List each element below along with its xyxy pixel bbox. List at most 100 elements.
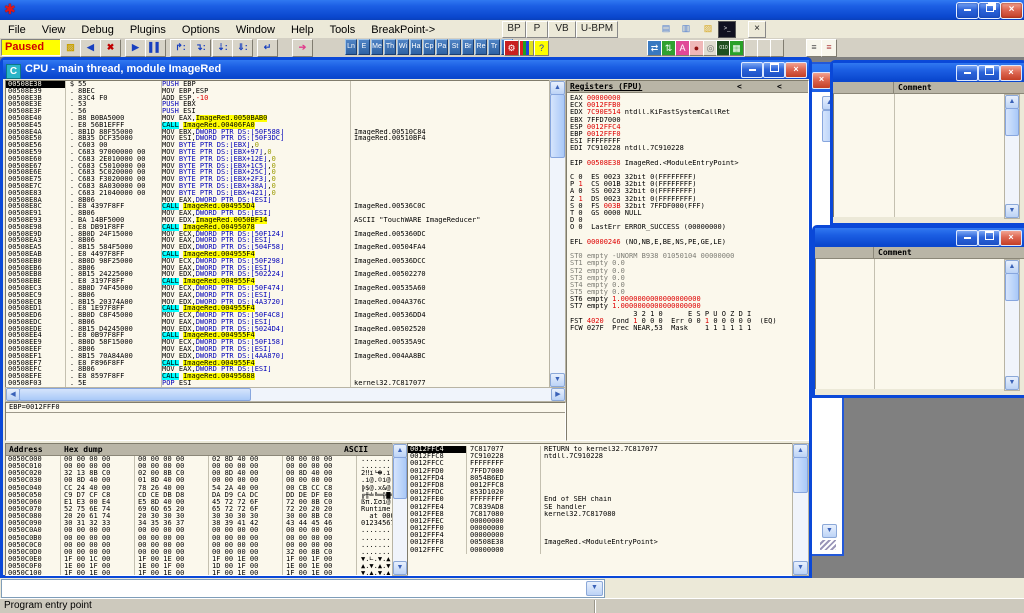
register-line[interactable]: O 0 LastErr ERROR_SUCCESS (00000000) xyxy=(567,224,808,231)
empty-button-2[interactable] xyxy=(757,39,771,57)
fpu-next-icon[interactable]: < xyxy=(777,81,782,92)
menu-button-u-bpm[interactable]: U-BPM xyxy=(576,21,618,38)
stack-row[interactable]: 0012FFD48054B6ED xyxy=(408,475,792,482)
comment1-content[interactable] xyxy=(833,94,1004,217)
register-line[interactable]: Z 1 DS 0023 32bit 0(FFFFFFFF) xyxy=(567,196,808,203)
disasm-row[interactable]: 00508E8C.E8 4397F8FFCALL ImageRed.004955… xyxy=(6,203,549,210)
disasm-row[interactable]: 00508E3B.83C4 F0ADD ESP,-10 xyxy=(6,95,549,102)
folder-icon[interactable]: ▨ xyxy=(700,21,716,36)
stack-row[interactable]: 0012FFC47C817077RETURN to kernel32.7C817… xyxy=(408,446,792,453)
disasm-row[interactable]: 00508EB8.8B15 24225000MOV EDX,DWORD PTR … xyxy=(6,271,549,278)
help-button[interactable]: ? xyxy=(534,40,549,56)
stack-row[interactable]: 0012FFFC00000000 xyxy=(408,547,792,554)
menu-item-options[interactable]: Options xyxy=(174,22,228,36)
comment2-scrollbar[interactable]: ▲ ▼ xyxy=(1004,259,1020,391)
register-line[interactable] xyxy=(567,232,808,239)
open-file-button[interactable]: ▨ xyxy=(60,39,81,57)
scroll-thumb[interactable] xyxy=(1005,108,1019,136)
menu-item-view[interactable]: View xyxy=(34,22,74,36)
register-line[interactable]: EAX 00000000 xyxy=(567,95,808,102)
stack-row[interactable]: 0012FFD07FFD7000 xyxy=(408,468,792,475)
scroll-up-icon[interactable]: ▲ xyxy=(1005,95,1019,109)
disasm-row[interactable]: 00508E59.C683 97000000 00MOV BYTE PTR DS… xyxy=(6,149,549,156)
background-window-close-button[interactable]: × xyxy=(812,72,831,89)
stack-row[interactable]: 0012FFEC00000000 xyxy=(408,518,792,525)
comment1-maximize-button[interactable] xyxy=(978,65,1000,81)
menu-item-debug[interactable]: Debug xyxy=(73,22,121,36)
scroll-up-icon[interactable]: ▲ xyxy=(793,444,808,458)
dump-row[interactable]: 0050C0D000 00 00 0000 00 00 0000 00 00 0… xyxy=(6,549,392,556)
comment2-col1-header[interactable] xyxy=(815,247,874,258)
comment2-col2-header[interactable]: Comment xyxy=(878,247,912,258)
disasm-row[interactable]: 00508EC9.8B06MOV EAX,DWORD PTR DS:[ESI] xyxy=(6,292,549,299)
view-button-ha[interactable]: Ha xyxy=(410,39,422,55)
disasm-row[interactable]: 00508E83.C683 21040000 00MOV BYTE PTR DS… xyxy=(6,190,549,197)
registers-pane[interactable]: Registers (FPU) < < EAX 00000000ECX 0012… xyxy=(566,80,809,441)
register-line[interactable]: ST7 empty 1.0000000000000000000 xyxy=(567,303,808,310)
stack-row[interactable]: 0012FFCCFFFFFFFF xyxy=(408,460,792,467)
bgwin-scroll-down[interactable]: ▼ xyxy=(822,524,837,538)
command-input[interactable]: ▼ xyxy=(1,579,605,598)
view-button-ln[interactable]: Ln xyxy=(345,39,357,55)
stack-row[interactable]: 0012FFF800508E38ImageRed.<ModuleEntryPoi… xyxy=(408,539,792,546)
cpu-close-button[interactable]: × xyxy=(785,62,807,78)
menu-item-help[interactable]: Help xyxy=(283,22,322,36)
execute-till-return-button[interactable]: ↵ xyxy=(257,39,278,57)
step-into-button[interactable]: ↱: xyxy=(170,39,191,57)
comment1-col1-header[interactable] xyxy=(833,82,894,93)
dump-ascii-header[interactable]: ASCII xyxy=(344,444,368,455)
register-line[interactable]: EFL 00000246 (NO,NB,E,BE,NS,PE,GE,LE) xyxy=(567,239,808,246)
disasm-row[interactable]: 00508E91.8B06MOV EAX,DWORD PTR DS:[ESI] xyxy=(6,210,549,217)
disasm-row[interactable]: 00508EDC.8B06MOV EAX,DWORD PTR DS:[ESI] xyxy=(6,319,549,326)
disasm-row[interactable]: 00508EA5.8B15 584F5000MOV EDX,DWORD PTR … xyxy=(6,244,549,251)
register-line[interactable]: A 0 SS 0023 32bit 0(FFFFFFFF) xyxy=(567,188,808,195)
stack-row[interactable]: 0012FFD80012FFC8 xyxy=(408,482,792,489)
comment2-column-header[interactable]: Comment xyxy=(815,247,1024,259)
scroll-down-icon[interactable]: ▼ xyxy=(1005,204,1019,218)
scroll-down-icon[interactable]: ▼ xyxy=(793,561,808,575)
register-line[interactable] xyxy=(567,153,808,160)
view-button-re[interactable]: Re xyxy=(475,39,487,55)
disasm-row[interactable]: 00508E75.C683 F3020000 00MOV BYTE PTR DS… xyxy=(6,176,549,183)
dump-row[interactable]: 0050C0B000 00 00 0000 00 00 0000 00 00 0… xyxy=(6,535,392,542)
dump-vscrollbar[interactable]: ▲ ▼ xyxy=(392,443,408,576)
register-line[interactable]: P 1 CS 001B 32bit 0(FFFFFFFF) xyxy=(567,181,808,188)
register-line[interactable]: T 0 GS 0000 NULL xyxy=(567,210,808,217)
appearance-button[interactable] xyxy=(519,40,534,56)
fpu-prev-icon[interactable]: < xyxy=(737,81,742,92)
scroll-down-icon[interactable]: ▼ xyxy=(550,373,565,387)
register-line[interactable] xyxy=(567,167,808,174)
register-line[interactable]: 3 2 1 0 E S P U O Z D I xyxy=(567,311,808,318)
scroll-thumb[interactable] xyxy=(393,457,407,499)
disasm-row[interactable]: 00508EE4.E8 0B97F8FFCALL ImageRed.004955… xyxy=(6,332,549,339)
log-list-button[interactable]: ≡ xyxy=(806,39,822,57)
disasm-row[interactable]: 00508E6E.C683 5C020000 00MOV BYTE PTR DS… xyxy=(6,169,549,176)
disasm-row[interactable]: 00508E56.C603 00MOV BYTE PTR DS:[EBX],0 xyxy=(6,142,549,149)
dump-row[interactable]: 0050C00000 00 00 0000 00 00 0002 8D 40 0… xyxy=(6,456,392,463)
dump-row[interactable]: 0050C040CC 24 40 0078 26 40 0054 2A 40 0… xyxy=(6,485,392,492)
restart-button[interactable]: ◀ xyxy=(80,39,101,57)
disasm-row[interactable]: 00508E39.8BECMOV EBP,ESP xyxy=(6,88,549,95)
disasm-vscrollbar[interactable]: ▲ ▼ xyxy=(549,80,566,388)
cpu-window-titlebar[interactable]: CCPU - main thread, module ImageRed × xyxy=(3,60,809,79)
step-over-button[interactable]: ↴: xyxy=(190,39,211,57)
dump-row[interactable]: 0050C03000 8D 40 0001 8D 40 0000 00 00 0… xyxy=(6,477,392,484)
disasm-row[interactable]: 00508ED6.8B0D C8F45000MOV ECX,DWORD PTR … xyxy=(6,312,549,319)
disasm-row[interactable]: 00508EFC.8B06MOV EAX,DWORD PTR DS:[ESI] xyxy=(6,366,549,373)
comment2-maximize-button[interactable] xyxy=(978,230,1000,246)
comment1-col2-header[interactable]: Comment xyxy=(898,82,932,93)
menubar-close-button[interactable]: × xyxy=(748,21,766,38)
menu-item-breakpoint[interactable]: BreakPoint-> xyxy=(363,22,443,36)
scroll-thumb[interactable] xyxy=(1005,273,1019,301)
stack-row[interactable]: 0012FFE87C817080kernel32.7C817080 xyxy=(408,511,792,518)
register-line[interactable]: EBP 0012FFF0 xyxy=(567,131,808,138)
notepad-icon[interactable]: ▤ xyxy=(658,21,674,36)
document-icon[interactable]: ▥ xyxy=(678,21,694,36)
stack-row[interactable]: 0012FFE47C839AD8SE handler xyxy=(408,504,792,511)
disasm-row[interactable]: 00508E38$55PUSH EBP xyxy=(6,81,549,88)
register-line[interactable]: ST4 empty 0.0 xyxy=(567,282,808,289)
dump-row[interactable]: 0050C0C000 00 00 0000 00 00 0000 00 00 0… xyxy=(6,542,392,549)
disasm-row[interactable]: 00508EDE.8B15 D4245000MOV EDX,DWORD PTR … xyxy=(6,326,549,333)
report-list-button[interactable]: ≡ xyxy=(821,39,837,57)
register-line[interactable]: C 0 ES 0023 32bit 0(FFFFFFFF) xyxy=(567,174,808,181)
